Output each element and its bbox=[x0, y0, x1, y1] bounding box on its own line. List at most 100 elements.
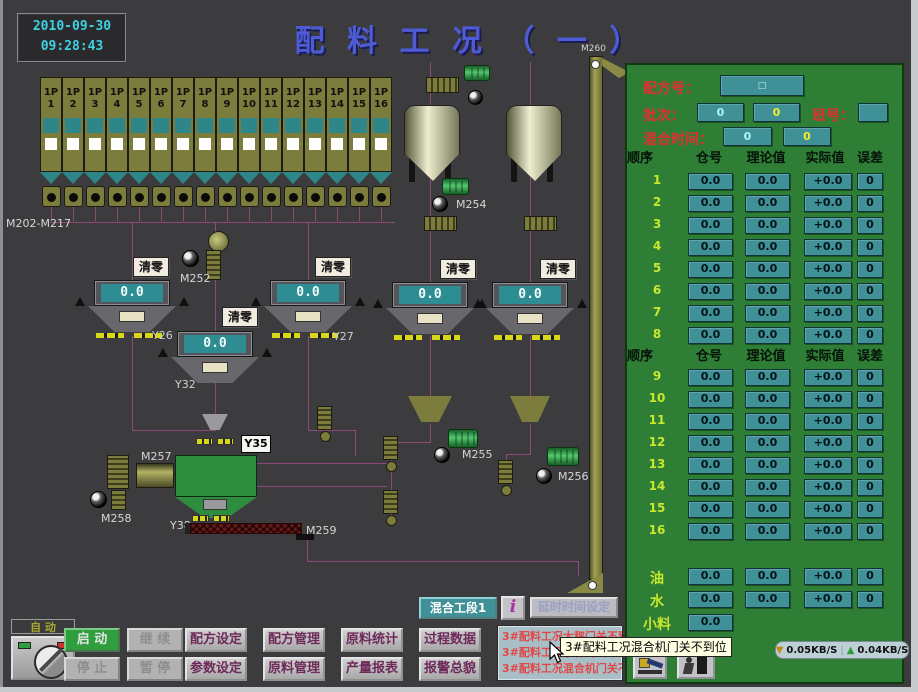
menu-button[interactable]: 报警总貌 bbox=[419, 657, 481, 681]
bin-feeder-valve-icon[interactable] bbox=[130, 186, 149, 207]
pause-button[interactable]: 暂 停 bbox=[127, 657, 183, 681]
bin-feeder-valve-icon[interactable] bbox=[284, 186, 303, 207]
delay-time-button[interactable]: 延时时间设定 bbox=[530, 597, 618, 618]
start-button[interactable]: 启 动 bbox=[64, 628, 120, 652]
pipe-line bbox=[315, 207, 316, 221]
shift-input[interactable] bbox=[858, 103, 888, 122]
clear-button[interactable]: 清零 bbox=[440, 259, 476, 279]
gate-label-y35: Y35 bbox=[241, 435, 271, 453]
pipe-line bbox=[381, 207, 382, 221]
sequence-value: 0 bbox=[857, 413, 883, 430]
bin-funnel bbox=[62, 172, 84, 184]
menu-button[interactable]: 过程数据 bbox=[419, 628, 481, 652]
device-label-m252: M252 bbox=[180, 272, 211, 285]
bin-feeder-valve-icon[interactable] bbox=[42, 186, 61, 207]
theoretical-value: 0.0 bbox=[688, 369, 733, 386]
column-header: 仓号 bbox=[683, 345, 735, 364]
theoretical-value: 0.0 bbox=[688, 614, 733, 631]
bin-feeder-valve-icon[interactable] bbox=[108, 186, 127, 207]
continue-button[interactable]: 继 续 bbox=[127, 628, 183, 652]
hmi-screen: 2010-09-30 09:28:43 配 料 工 况 （ 一 ） 1P 1 bbox=[0, 0, 918, 692]
bin-funnel bbox=[106, 172, 128, 184]
menu-button[interactable]: 产量报表 bbox=[341, 657, 403, 681]
selector-knob[interactable] bbox=[34, 645, 68, 679]
sequence-value: 0 bbox=[857, 568, 883, 585]
bin-level-indicator bbox=[87, 118, 103, 133]
menu-button[interactable]: 参数设定 bbox=[185, 657, 247, 681]
bin-level-indicator bbox=[307, 118, 323, 133]
clear-button[interactable]: 清零 bbox=[133, 257, 169, 277]
menu-button[interactable]: 原料统计 bbox=[341, 628, 403, 652]
pipe-line bbox=[530, 336, 531, 398]
recipe-input[interactable]: □ bbox=[720, 75, 804, 96]
actual-value: 0.0 bbox=[745, 283, 790, 300]
storage-bin: 1P 13 bbox=[304, 77, 326, 221]
screw-conveyor-icon bbox=[524, 216, 557, 231]
bin-number: 1 bbox=[41, 99, 61, 111]
discharge-gate bbox=[532, 335, 560, 340]
column-header: 理论值 bbox=[740, 147, 792, 166]
clear-button[interactable]: 清零 bbox=[315, 257, 351, 277]
valve-dot bbox=[91, 193, 100, 202]
mixtime-actual-display[interactable]: 0 bbox=[783, 127, 831, 146]
table-header: 仓号理论值实际值误差顺序 bbox=[627, 345, 906, 361]
actual-value: 0.0 bbox=[745, 591, 790, 608]
bin-level-indicator bbox=[373, 118, 389, 133]
stop-button[interactable]: 停 止 bbox=[64, 657, 120, 681]
bin-feeder-valve-icon[interactable] bbox=[240, 186, 259, 207]
bin-body: 1P 7 bbox=[172, 77, 194, 172]
bin-status-box bbox=[155, 138, 167, 150]
discharge-gate bbox=[96, 333, 124, 338]
clear-button[interactable]: 清零 bbox=[540, 259, 576, 279]
bin-number: 1 bbox=[637, 173, 677, 190]
bin-status-box bbox=[177, 138, 189, 150]
pipe-line bbox=[337, 207, 338, 221]
bin-feeder-valve-icon[interactable] bbox=[152, 186, 171, 207]
weight-value: 0.0 bbox=[184, 335, 246, 353]
bin-number: 7 bbox=[173, 99, 193, 111]
bin-funnel bbox=[282, 172, 304, 184]
bin-prefix: 1P bbox=[217, 87, 237, 99]
shift-label: 班号： bbox=[812, 105, 854, 125]
actual-value: 0.0 bbox=[745, 435, 790, 452]
valve-dot bbox=[333, 193, 342, 202]
support-mount bbox=[75, 297, 85, 306]
motor-icon bbox=[547, 447, 579, 466]
batch-done-display[interactable]: 0 bbox=[753, 103, 800, 122]
pipe-line bbox=[578, 561, 579, 576]
info-icon[interactable]: i bbox=[501, 596, 525, 620]
bin-feeder-valve-icon[interactable] bbox=[350, 186, 369, 207]
pipe-line bbox=[308, 336, 309, 431]
bin-feeder-valve-icon[interactable] bbox=[328, 186, 347, 207]
scale-label: Y26 bbox=[152, 329, 173, 342]
bin-feeder-valve-icon[interactable] bbox=[306, 186, 325, 207]
mix-section-button[interactable]: 混合工段1 bbox=[419, 597, 497, 619]
theoretical-value: 0.0 bbox=[688, 413, 733, 430]
bin-feeder-valve-icon[interactable] bbox=[218, 186, 237, 207]
menu-button[interactable]: 原料管理 bbox=[263, 657, 325, 681]
valve-icon bbox=[90, 491, 107, 508]
menu-button[interactable]: 配方设定 bbox=[185, 628, 247, 652]
bin-funnel bbox=[260, 172, 282, 184]
clear-button[interactable]: 清零 bbox=[222, 307, 258, 327]
bin-feeder-valve-icon[interactable] bbox=[174, 186, 193, 207]
mixtime-set-input[interactable]: 0 bbox=[723, 127, 772, 146]
vertical-screw-icon bbox=[317, 406, 332, 430]
bin-number: 16 bbox=[637, 523, 677, 540]
rotary-valve-icon bbox=[386, 515, 397, 526]
sequence-value: 0 bbox=[857, 217, 883, 234]
pipe-line bbox=[293, 207, 294, 221]
bin-feeder-valve-icon[interactable] bbox=[262, 186, 281, 207]
bin-status-box bbox=[111, 138, 123, 150]
sequence-value: 0 bbox=[857, 501, 883, 518]
bin-feeder-valve-icon[interactable] bbox=[372, 186, 391, 207]
bin-number: 11 bbox=[637, 413, 677, 430]
actual-value: 0.0 bbox=[745, 173, 790, 190]
divider: | bbox=[840, 645, 843, 656]
bin-feeder-valve-icon[interactable] bbox=[196, 186, 215, 207]
menu-button[interactable]: 配方管理 bbox=[263, 628, 325, 652]
bin-feeder-valve-icon[interactable] bbox=[86, 186, 105, 207]
bin-feeder-valve-icon[interactable] bbox=[64, 186, 83, 207]
batch-count-input[interactable]: 0 bbox=[697, 103, 744, 122]
mixer-body bbox=[175, 455, 257, 497]
